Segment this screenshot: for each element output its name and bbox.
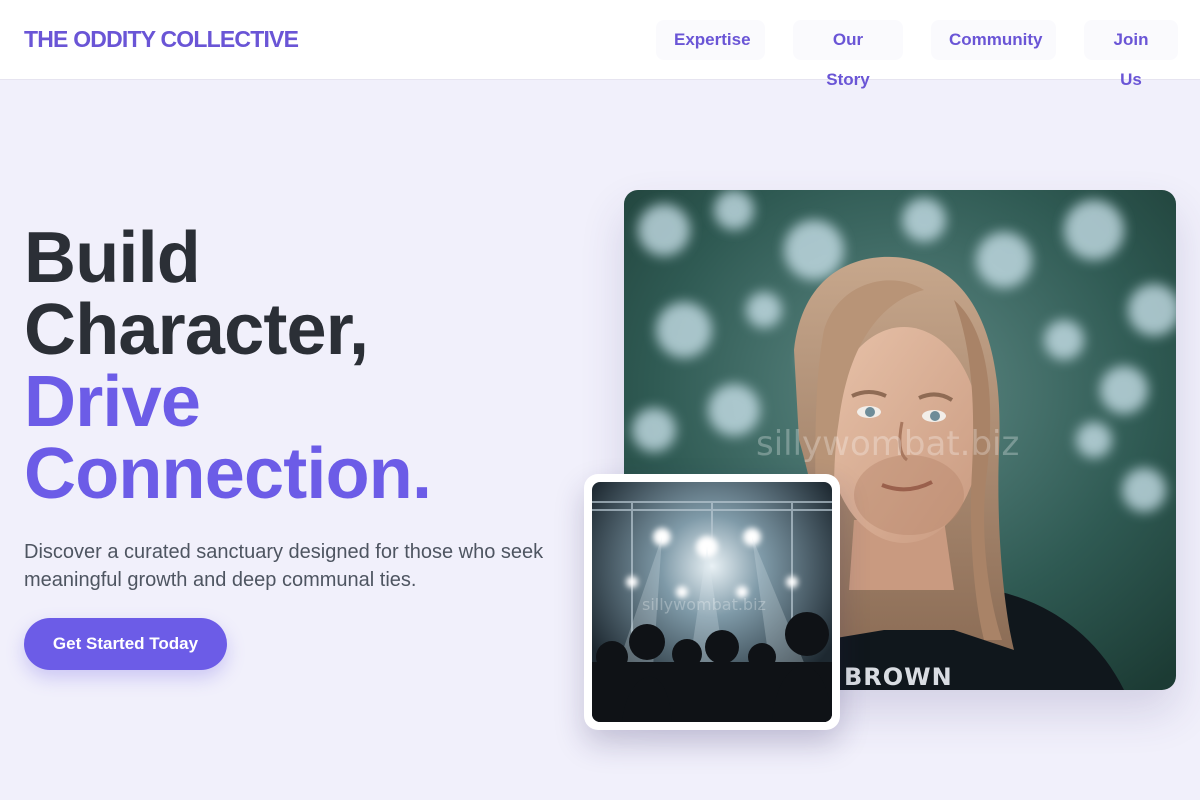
hero-title: Build Character, Drive Connection. bbox=[24, 222, 584, 510]
watermark: sillywombat.biz bbox=[642, 595, 766, 614]
concert-image-card: sillywombat.biz bbox=[584, 474, 840, 730]
hero-title-accent-line: Drive bbox=[24, 362, 201, 442]
hero-title-accent-line: Connection. bbox=[24, 434, 432, 514]
nav-item-join-us[interactable]: Join Us bbox=[1084, 20, 1178, 89]
hero-description: Discover a curated sanctuary designed fo… bbox=[24, 541, 544, 591]
nav-item-community[interactable]: Community bbox=[931, 20, 1056, 60]
site-header: THE ODDITY COLLECTIVE Expertise Our Stor… bbox=[0, 0, 1200, 89]
watermark: sillywombat.biz bbox=[756, 424, 1019, 464]
get-started-button[interactable]: Get Started Today bbox=[24, 618, 227, 670]
hero-title-line: Build bbox=[24, 218, 201, 298]
shirt-text: BROWN bbox=[844, 663, 953, 690]
nav-item-our-story[interactable]: Our Story bbox=[793, 20, 903, 89]
hero-title-line: Character, bbox=[24, 290, 369, 370]
concert-image: sillywombat.biz bbox=[592, 482, 832, 722]
logo[interactable]: THE ODDITY COLLECTIVE bbox=[24, 26, 299, 53]
nav-item-expertise[interactable]: Expertise bbox=[656, 20, 765, 60]
